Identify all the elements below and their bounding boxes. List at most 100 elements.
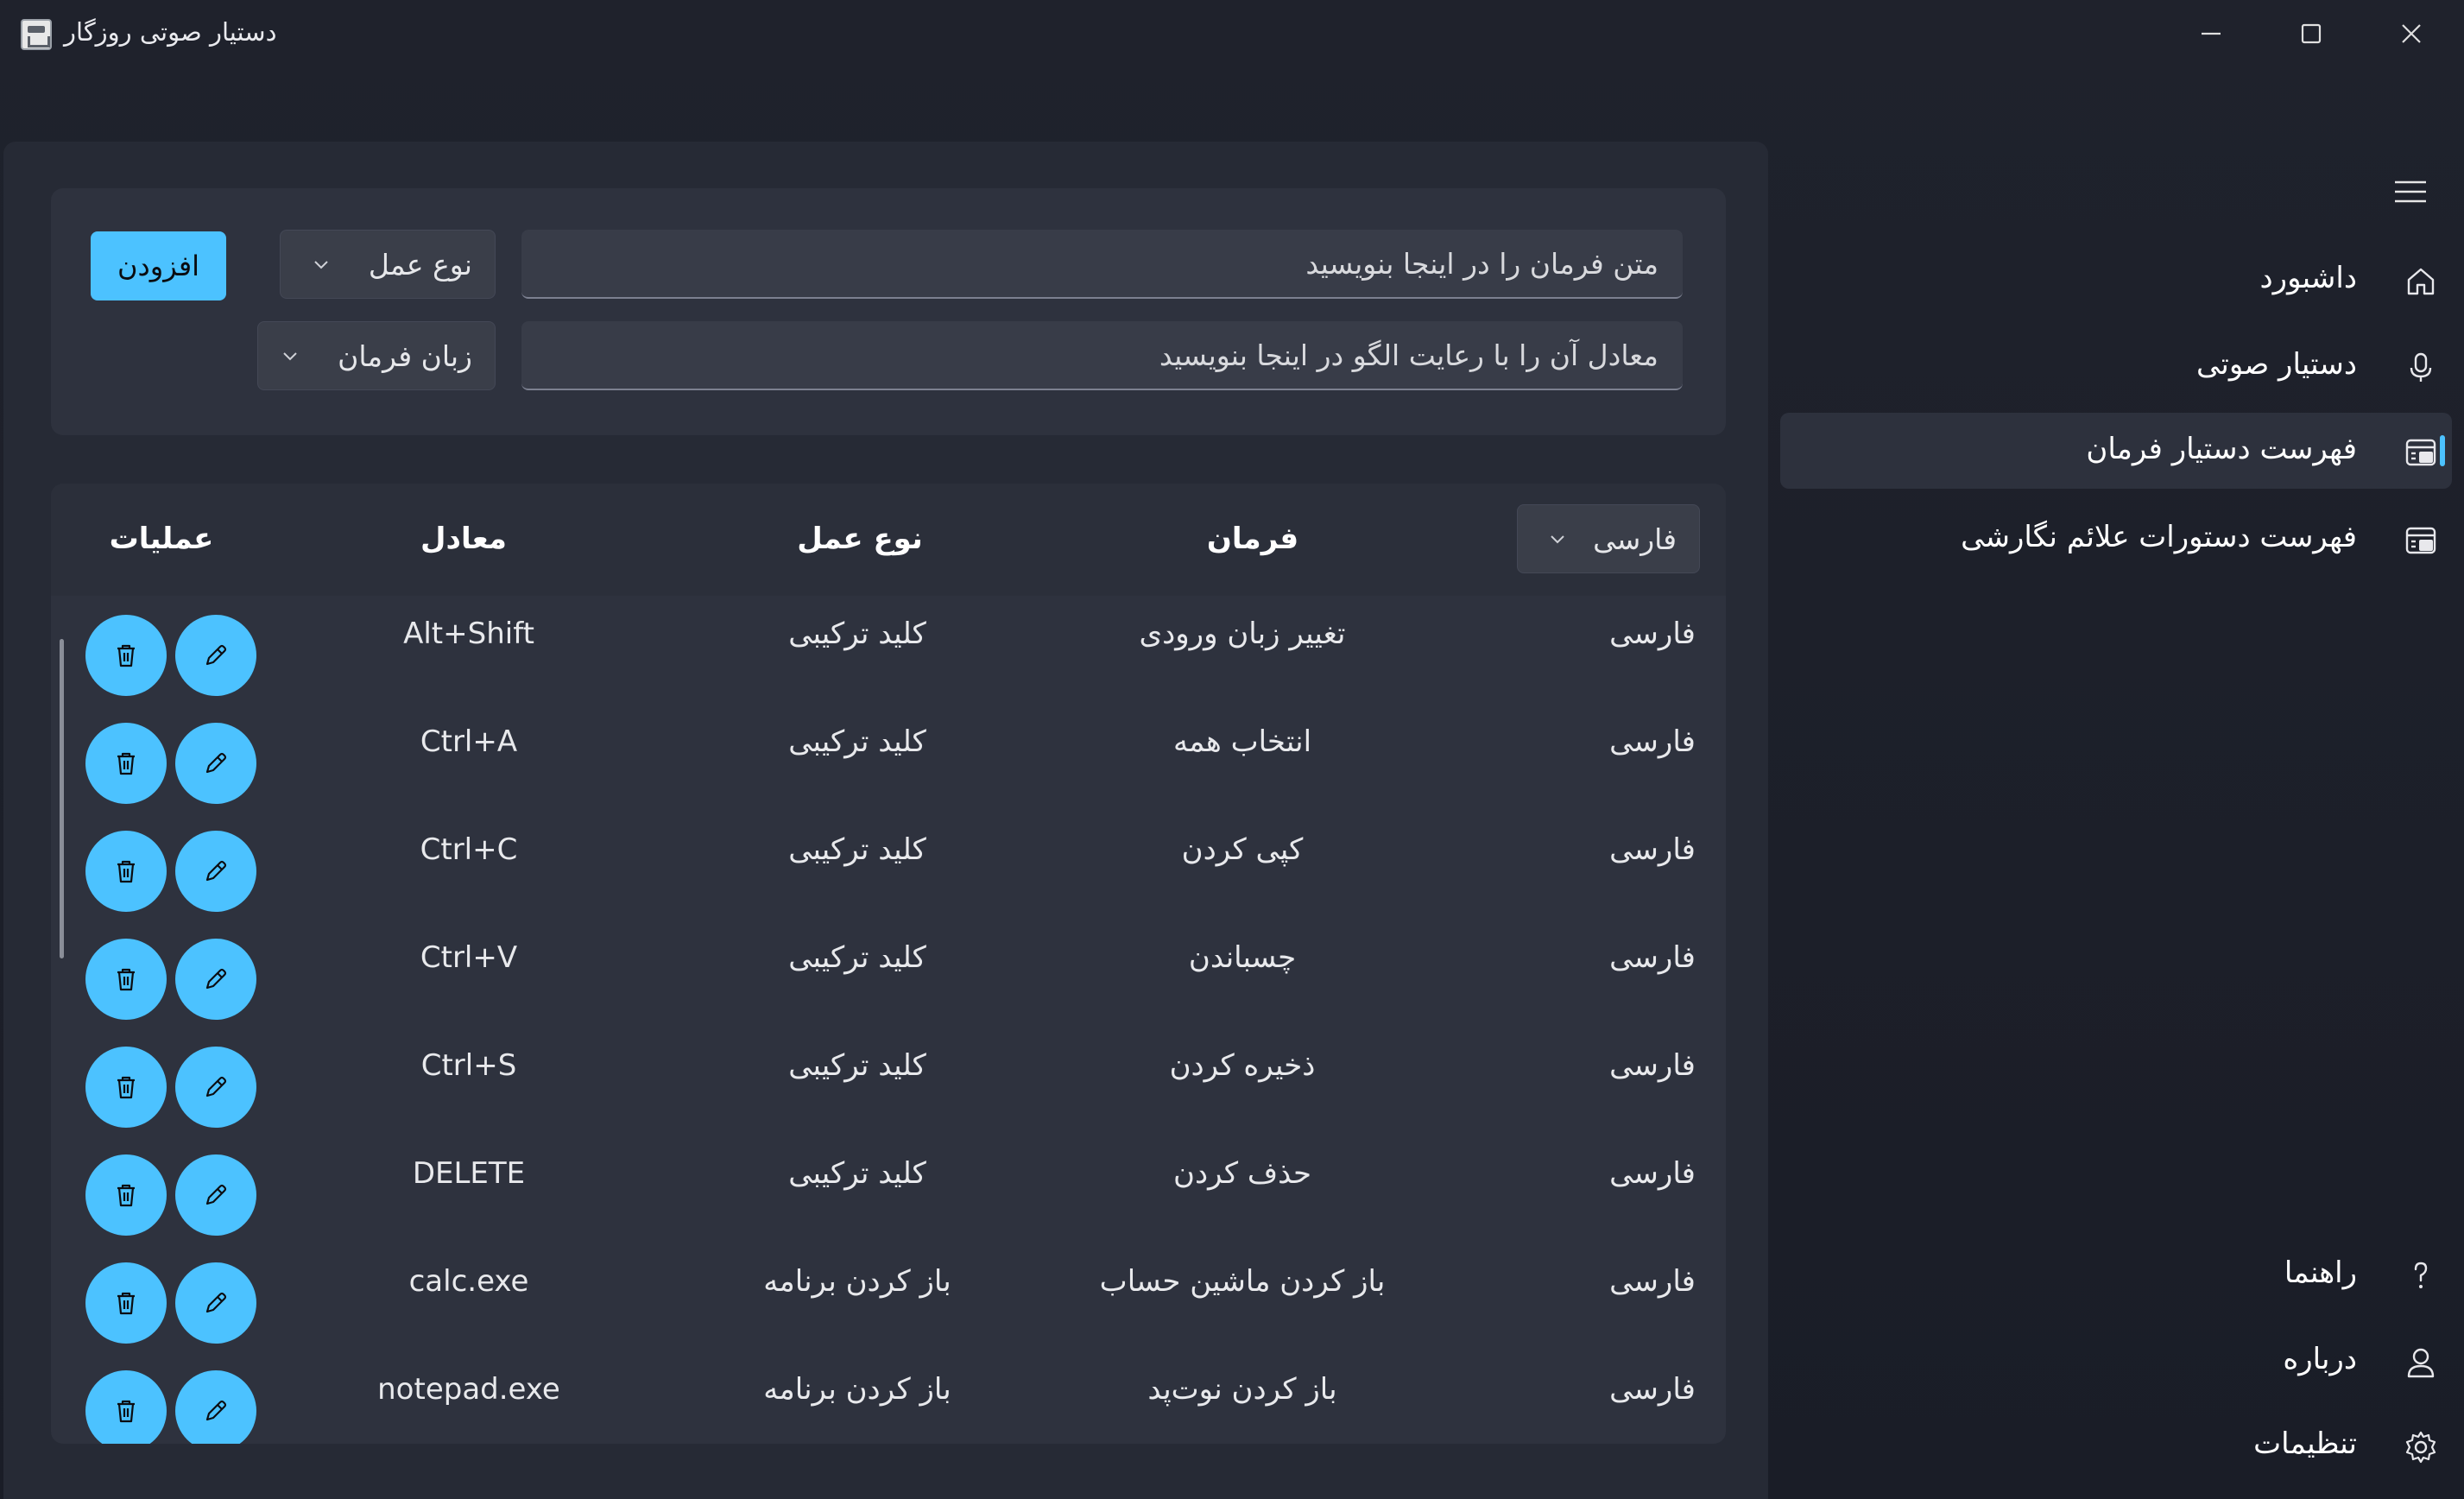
cell-command: تغییر زبان ورودی	[1139, 617, 1346, 651]
cell-action-type: کلید ترکیبی	[788, 1048, 926, 1083]
sidebar-footer-item-label: راهنما	[2284, 1255, 2357, 1290]
pencil-icon	[205, 968, 227, 990]
cell-language: فارسی	[1609, 1372, 1696, 1407]
sidebar-footer-item-label: درباره	[2283, 1342, 2357, 1376]
table-scrollbar[interactable]	[60, 639, 64, 958]
delete-button[interactable]	[85, 1262, 167, 1344]
gear-icon	[2402, 1428, 2440, 1466]
cell-action-type: باز کردن برنامه	[763, 1264, 951, 1299]
sidebar-item-0[interactable]: داشبورد	[1780, 242, 2452, 318]
cell-action-type: کلید ترکیبی	[788, 617, 926, 651]
table-row: فارسی تغییر زبان ورودی کلید ترکیبی Alt+Shif…	[51, 601, 1726, 709]
cell-language: فارسی	[1609, 1048, 1696, 1083]
add-button[interactable]: افزودن	[91, 231, 226, 300]
edit-button[interactable]	[175, 939, 256, 1020]
close-button[interactable]	[2361, 0, 2461, 67]
cell-action-type: کلید ترکیبی	[788, 940, 926, 975]
pencil-icon	[205, 1400, 227, 1421]
person-icon	[2402, 1344, 2440, 1382]
equivalent-text-placeholder: معادل آن را با رعایت الگو در اینجا بنویس…	[1159, 338, 1658, 372]
language-filter-dropdown[interactable]: فارسی	[1517, 504, 1700, 573]
cell-command: حذف کردن	[1173, 1156, 1311, 1191]
minimize-icon	[2202, 32, 2221, 35]
cell-language: فارسی	[1609, 1156, 1696, 1191]
home-icon	[2402, 262, 2440, 300]
app-logo-icon	[21, 19, 52, 50]
action-type-dropdown[interactable]: نوع عمل	[280, 230, 496, 299]
cell-language: فارسی	[1609, 1264, 1696, 1299]
trash-icon	[117, 1076, 135, 1099]
commands-table: فارسی فرمان نوع عمل معادل عملیات فارسی تغ…	[51, 484, 1726, 1444]
edit-button[interactable]	[175, 831, 256, 912]
delete-button[interactable]	[85, 1154, 167, 1236]
language-filter-label: فارسی	[1593, 522, 1677, 556]
edit-button[interactable]	[175, 1262, 256, 1344]
sidebar-item-label: فهرست دستورات علائم نگارشی	[1961, 520, 2357, 554]
maximize-button[interactable]	[2261, 0, 2361, 67]
chevron-down-icon	[283, 352, 297, 361]
table-row: فارسی باز کردن نوت‌پد باز کردن برنامه notep…	[51, 1357, 1726, 1444]
pencil-icon	[205, 644, 227, 666]
sidebar-footer-item-0[interactable]: راهنما	[1780, 1237, 2452, 1312]
cell-command: باز کردن ماشین حساب	[1099, 1264, 1386, 1299]
edit-button[interactable]	[175, 1047, 256, 1128]
action-type-label: نوع عمل	[368, 247, 472, 281]
sidebar-footer-item-1[interactable]: درباره	[1780, 1323, 2452, 1399]
edit-button[interactable]	[175, 615, 256, 696]
active-indicator	[2440, 435, 2445, 466]
minimize-button[interactable]	[2161, 0, 2261, 67]
sidebar-footer-item-2[interactable]: تنظیمات	[1780, 1407, 2452, 1483]
command-text-input[interactable]: متن فرمان را در اینجا بنویسید	[521, 230, 1683, 299]
help-icon	[2402, 1257, 2440, 1295]
table-row: فارسی چسباندن کلید ترکیبی Ctrl+V	[51, 925, 1726, 1033]
app-window: دستیار صوتی روزگار متن فرمان را در اینجا…	[0, 0, 2464, 1499]
cell-equivalent: calc.exe	[408, 1264, 529, 1299]
hamburger-menu-icon	[2395, 180, 2426, 203]
chevron-down-icon	[1551, 535, 1564, 544]
equivalent-text-input[interactable]: معادل آن را با رعایت الگو در اینجا بنویس…	[521, 321, 1683, 390]
pencil-icon	[205, 1076, 227, 1097]
cell-command: ذخیره کردن	[1169, 1048, 1316, 1083]
cell-command: کپی کردن	[1181, 832, 1304, 867]
table-row: فارسی باز کردن ماشین حساب باز کردن برنامه c…	[51, 1249, 1726, 1357]
close-icon	[2402, 24, 2421, 43]
cell-command: چسباندن	[1188, 940, 1297, 975]
delete-button[interactable]	[85, 831, 167, 912]
sidebar-item-3[interactable]: فهرست دستورات علائم نگارشی	[1780, 501, 2452, 577]
table-header: فارسی فرمان نوع عمل معادل عملیات	[51, 484, 1726, 596]
trash-icon	[117, 1400, 135, 1423]
sidebar-item-label: دستیار صوتی	[2196, 347, 2357, 382]
cell-equivalent: Ctrl+A	[420, 724, 518, 759]
delete-button[interactable]	[85, 1047, 167, 1128]
cell-equivalent: DELETE	[412, 1156, 526, 1191]
delete-button[interactable]	[85, 939, 167, 1020]
delete-button[interactable]	[85, 1370, 167, 1444]
sidebar-footer-item-label: تنظیمات	[2253, 1426, 2357, 1461]
edit-button[interactable]	[175, 1154, 256, 1236]
command-language-dropdown[interactable]: زبان فرمان	[257, 321, 496, 390]
delete-button[interactable]	[85, 615, 167, 696]
list-icon	[2402, 433, 2440, 471]
sidebar-item-2[interactable]: فهرست دستیار فرمان	[1780, 413, 2452, 489]
pencil-icon	[205, 1184, 227, 1205]
sidebar-item-1[interactable]: دستیار صوتی	[1780, 328, 2452, 404]
delete-button[interactable]	[85, 723, 167, 804]
trash-icon	[117, 1184, 135, 1207]
pencil-icon	[205, 860, 227, 882]
chevron-down-icon	[314, 261, 328, 269]
command-language-label: زبان فرمان	[338, 338, 472, 373]
list-icon	[2402, 522, 2440, 560]
add-command-form: متن فرمان را در اینجا بنویسید معادل آن ر…	[51, 188, 1726, 435]
header-action-type: نوع عمل	[797, 522, 923, 556]
maximize-icon	[2301, 23, 2322, 44]
edit-button[interactable]	[175, 723, 256, 804]
sidebar-item-label: داشبورد	[2259, 261, 2357, 295]
cell-equivalent: Ctrl+S	[420, 1048, 517, 1083]
trash-icon	[117, 752, 135, 775]
pencil-icon	[205, 1292, 227, 1313]
microphone-icon	[2402, 349, 2440, 387]
edit-button[interactable]	[175, 1370, 256, 1444]
trash-icon	[117, 860, 135, 883]
nav-menu-button[interactable]	[2391, 173, 2429, 211]
command-text-placeholder: متن فرمان را در اینجا بنویسید	[1305, 246, 1658, 281]
